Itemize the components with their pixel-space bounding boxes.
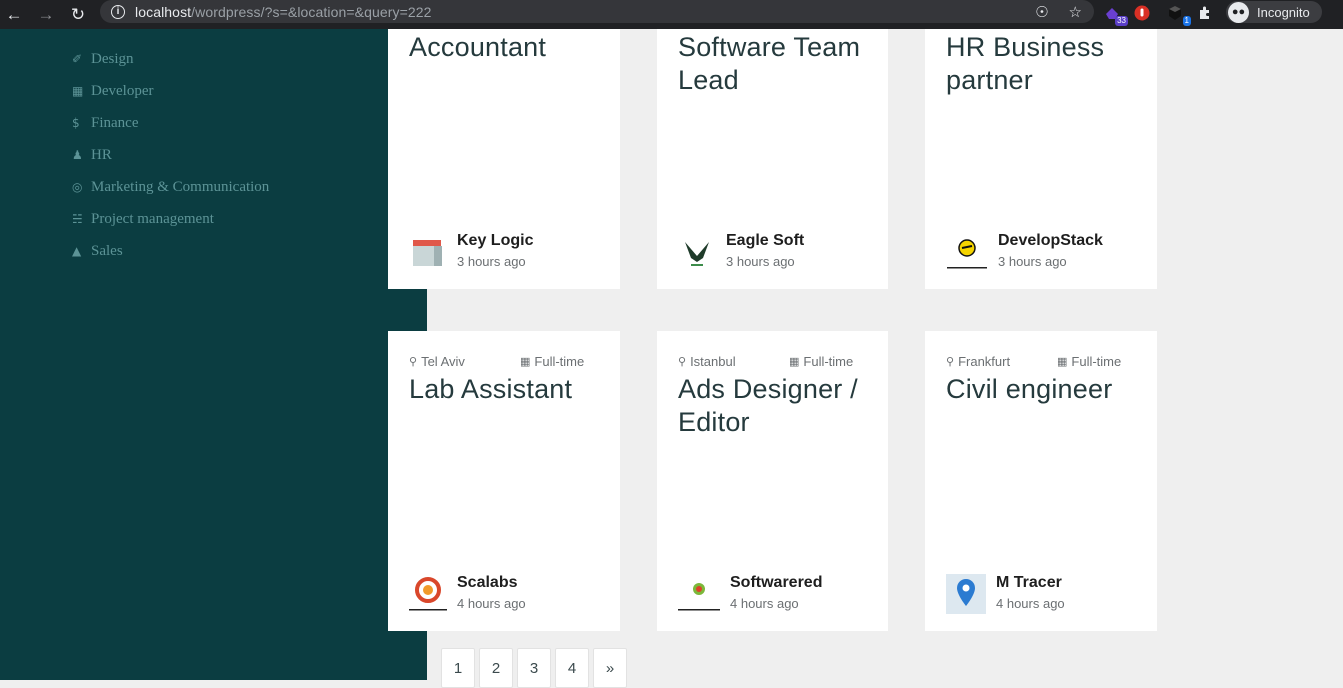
company-logo	[946, 574, 986, 614]
company-info: Softwarered 4 hours ago	[678, 573, 822, 615]
cube-extension-icon[interactable]: 1	[1164, 2, 1191, 26]
category-list: ✐ Design ▦ Developer $ Finance ♟ HR ◎ Marketi…	[72, 43, 269, 267]
calendar-icon: ▦	[1057, 355, 1068, 368]
back-icon[interactable]: ←	[2, 3, 26, 27]
category-label: Finance	[91, 114, 139, 131]
forward-icon[interactable]: →	[34, 3, 58, 27]
page-1-button[interactable]: 1	[441, 648, 475, 688]
job-location: Frankfurt	[958, 354, 1011, 369]
incognito-icon: ●●	[1228, 1, 1249, 23]
job-meta: ⚲ Istanbul ▦ Full-time	[678, 354, 867, 369]
job-title[interactable]: HR Business partner	[946, 31, 1145, 97]
url-text[interactable]: localhost/wordpress/?s=&location=&query=…	[135, 4, 432, 20]
category-item-marketing[interactable]: ◎ Marketing & Communication	[72, 171, 269, 203]
incognito-indicator[interactable]: ●● Incognito	[1226, 1, 1322, 23]
pencil-ruler-icon: ✐	[72, 52, 83, 66]
job-card[interactable]: Software Team Lead Eagle Soft 3 hours ago	[657, 29, 888, 289]
location-pin-icon: ⚲	[678, 355, 687, 368]
puzzle-icon[interactable]	[1194, 2, 1216, 24]
page-4-button[interactable]: 4	[555, 648, 589, 688]
page-3-button[interactable]: 3	[517, 648, 551, 688]
job-title[interactable]: Ads Designer / Editor	[678, 373, 876, 439]
hand-extension-icon[interactable]	[1131, 2, 1153, 24]
job-card[interactable]: HR Business partner DevelopStack 3 hours …	[925, 29, 1157, 289]
browser-toolbar: ← → ↻ i localhost/wordpress/?s=&location…	[0, 0, 1343, 29]
job-title[interactable]: Civil engineer	[946, 373, 1145, 406]
eye-off-icon[interactable]: ☉	[1035, 3, 1048, 21]
category-item-project-management[interactable]: ☵ Project management	[72, 203, 269, 235]
company-name: M Tracer	[996, 574, 1062, 591]
job-card[interactable]: ⚲ Frankfurt ▦ Full-time Civil engineer M T…	[925, 331, 1157, 631]
site-info-icon[interactable]: i	[111, 4, 125, 19]
page-2-button[interactable]: 2	[479, 648, 513, 688]
job-title[interactable]: Accountant	[409, 31, 608, 64]
company-logo	[946, 233, 988, 271]
star-icon[interactable]: ☆	[1069, 3, 1082, 21]
job-type: Full-time	[1071, 354, 1122, 369]
category-label: HR	[91, 146, 112, 163]
company-logo	[678, 233, 716, 271]
job-location: Istanbul	[690, 354, 736, 369]
job-card[interactable]: ⚲ Istanbul ▦ Full-time Ads Designer / Edit…	[657, 331, 888, 631]
target-icon: ◎	[72, 180, 83, 194]
company-name: Eagle Soft	[726, 232, 805, 249]
company-name: Scalabs	[457, 574, 518, 591]
post-time: 4 hours ago	[730, 596, 799, 611]
company-name: Softwarered	[730, 574, 823, 591]
category-item-developer[interactable]: ▦ Developer	[72, 75, 269, 107]
category-item-finance[interactable]: $ Finance	[72, 107, 269, 139]
job-meta: ⚲ Frankfurt ▦ Full-time	[946, 354, 1136, 369]
post-time: 4 hours ago	[457, 596, 526, 611]
next-page-button[interactable]: »	[593, 648, 627, 688]
category-label: Sales	[91, 242, 123, 259]
location-pin-icon: ⚲	[409, 355, 418, 368]
location-pin-icon: ⚲	[946, 355, 955, 368]
post-time: 3 hours ago	[726, 254, 795, 269]
pagination: 1 2 3 4 »	[441, 648, 627, 688]
company-logo	[409, 575, 447, 613]
category-label: Marketing & Communication	[91, 178, 270, 195]
category-sidebar: ✐ Design ▦ Developer $ Finance ♟ HR ◎ Marketi…	[0, 29, 427, 680]
post-time: 4 hours ago	[996, 596, 1065, 611]
category-item-hr[interactable]: ♟ HR	[72, 139, 269, 171]
job-location: Tel Aviv	[421, 354, 465, 369]
category-item-design[interactable]: ✐ Design	[72, 43, 269, 75]
sitemap-icon: ☵	[72, 212, 83, 226]
company-name: DevelopStack	[998, 232, 1103, 249]
extension-badge: 33	[1115, 16, 1128, 26]
extension-icon[interactable]: 33	[1101, 2, 1128, 26]
company-info: M Tracer 4 hours ago	[946, 573, 1065, 615]
job-title[interactable]: Lab Assistant	[409, 373, 608, 406]
job-card[interactable]: ⚲ Tel Aviv ▦ Full-time Lab Assistant Scala…	[388, 331, 620, 631]
basket-icon: ▲	[72, 244, 82, 258]
company-info: DevelopStack 3 hours ago	[946, 231, 1103, 273]
post-time: 3 hours ago	[998, 254, 1067, 269]
category-label: Design	[91, 50, 134, 67]
category-item-sales[interactable]: ▲ Sales	[72, 235, 269, 267]
reload-icon[interactable]: ↻	[66, 3, 90, 27]
calendar-icon: ▦	[789, 355, 800, 368]
incognito-label: Incognito	[1257, 4, 1310, 20]
address-bar[interactable]: i localhost/wordpress/?s=&location=&quer…	[100, 0, 1094, 23]
category-label: Developer	[91, 82, 154, 99]
job-type: Full-time	[534, 354, 585, 369]
post-time: 3 hours ago	[457, 254, 526, 269]
company-info: Key Logic 3 hours ago	[409, 231, 533, 273]
people-icon: ♟	[72, 148, 83, 162]
calendar-icon: ▦	[520, 355, 531, 368]
company-info: Scalabs 4 hours ago	[409, 573, 526, 615]
cube-extension-badge: 1	[1182, 16, 1191, 26]
code-icon: ▦	[72, 84, 84, 98]
category-label: Project management	[91, 210, 214, 227]
job-card[interactable]: Accountant Key Logic 3 hours ago	[388, 29, 620, 289]
company-name: Key Logic	[457, 232, 534, 249]
job-title[interactable]: Software Team Lead	[678, 31, 876, 97]
company-info: Eagle Soft 3 hours ago	[678, 231, 804, 273]
job-meta: ⚲ Tel Aviv ▦ Full-time	[409, 354, 599, 369]
job-type: Full-time	[803, 354, 854, 369]
company-logo	[678, 575, 720, 613]
company-logo	[409, 233, 447, 271]
dollar-icon: $	[72, 116, 80, 130]
